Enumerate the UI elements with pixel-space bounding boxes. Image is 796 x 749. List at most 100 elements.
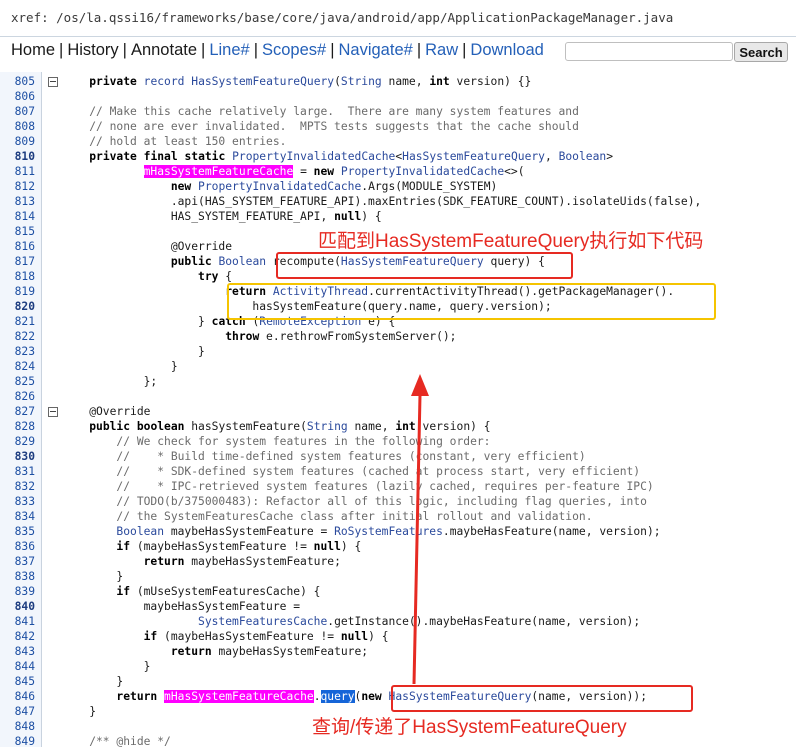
line-number[interactable]: 843	[0, 644, 35, 659]
line-number[interactable]: 805	[0, 74, 35, 89]
line-number[interactable]: 810	[0, 149, 35, 164]
xref-path: xref: /os/la.qssi16/frameworks/base/core…	[11, 10, 674, 25]
nav-line-link[interactable]: Line#	[209, 41, 249, 59]
code-line: 813 .api(HAS_SYSTEM_FEATURE_API).maxEntr…	[0, 194, 796, 209]
line-number[interactable]: 808	[0, 119, 35, 134]
fold-toggle-icon[interactable]	[48, 77, 58, 87]
code-line: 827 @Override	[0, 404, 796, 419]
line-number[interactable]: 835	[0, 524, 35, 539]
code-line: 841 SystemFeaturesCache.getInstance().ma…	[0, 614, 796, 629]
code-line: 825 };	[0, 374, 796, 389]
code-line: 810 private final static PropertyInvalid…	[0, 149, 796, 164]
line-number[interactable]: 819	[0, 284, 35, 299]
code-text: if (maybeHasSystemFeature != null) {	[143, 630, 389, 643]
line-number[interactable]: 831	[0, 464, 35, 479]
line-number[interactable]: 827	[0, 404, 35, 419]
line-number[interactable]: 809	[0, 134, 35, 149]
line-number[interactable]: 846	[0, 689, 35, 704]
line-number[interactable]: 825	[0, 374, 35, 389]
nav-history-link[interactable]: History	[67, 41, 118, 59]
line-number[interactable]: 830	[0, 449, 35, 464]
line-number[interactable]: 813	[0, 194, 35, 209]
line-number[interactable]: 812	[0, 179, 35, 194]
line-number[interactable]: 840	[0, 599, 35, 614]
code-line: 844 }	[0, 659, 796, 674]
code-line: 838 }	[0, 569, 796, 584]
line-number[interactable]: 823	[0, 344, 35, 359]
line-number[interactable]: 814	[0, 209, 35, 224]
code-line: 822 throw e.rethrowFromSystemServer();	[0, 329, 796, 344]
line-number[interactable]: 821	[0, 314, 35, 329]
line-number[interactable]: 838	[0, 569, 35, 584]
code-text: @Override	[62, 240, 233, 253]
code-line: 835 Boolean maybeHasSystemFeature = RoSy…	[0, 524, 796, 539]
code-text: public boolean hasSystemFeature(String n…	[89, 420, 491, 433]
nav-home-link[interactable]: Home	[11, 41, 55, 59]
code-line: 833 // TODO(b/375000483): Refactor all o…	[0, 494, 796, 509]
line-number[interactable]: 811	[0, 164, 35, 179]
fold-toggle-icon[interactable]	[48, 407, 58, 417]
code-text: // We check for system features in the f…	[62, 435, 491, 448]
line-number[interactable]: 833	[0, 494, 35, 509]
code-text: }	[62, 570, 124, 583]
line-number[interactable]: 826	[0, 389, 35, 404]
code-text: HAS_SYSTEM_FEATURE_API, null) {	[62, 210, 382, 223]
line-number[interactable]: 834	[0, 509, 35, 524]
code-text: // the SystemFeaturesCache class after i…	[62, 510, 593, 523]
line-number[interactable]: 828	[0, 419, 35, 434]
search-button[interactable]: Search	[734, 42, 788, 62]
code-line: 809 // hold at least 150 entries.	[0, 134, 796, 149]
code-line: 805 private record HasSystemFeatureQuery…	[0, 74, 796, 89]
line-number[interactable]: 818	[0, 269, 35, 284]
code-text: SystemFeaturesCache.getInstance().maybeH…	[198, 615, 641, 628]
line-number[interactable]: 841	[0, 614, 35, 629]
line-number[interactable]: 817	[0, 254, 35, 269]
query-annotation-text: 查询/传递了HasSystemFeatureQuery	[312, 717, 627, 738]
line-number[interactable]: 806	[0, 89, 35, 104]
nav-annotate-link[interactable]: Annotate	[131, 41, 197, 59]
return-block-highlight-box	[227, 283, 716, 320]
line-number[interactable]: 829	[0, 434, 35, 449]
code-line: 807 // Make this cache relatively large.…	[0, 104, 796, 119]
line-number[interactable]: 842	[0, 629, 35, 644]
code-text: maybeHasSystemFeature =	[62, 600, 301, 613]
line-number[interactable]: 847	[0, 704, 35, 719]
code-line: 814 HAS_SYSTEM_FEATURE_API, null) {	[0, 209, 796, 224]
nav-links: Home | History | Annotate | Line# | Scopes# | Navi…	[11, 41, 544, 60]
nav-separator: |	[122, 41, 127, 59]
nav-raw-link[interactable]: Raw	[425, 41, 458, 59]
line-number[interactable]: 824	[0, 359, 35, 374]
line-number[interactable]: 820	[0, 299, 35, 314]
line-number[interactable]: 839	[0, 584, 35, 599]
line-number[interactable]: 837	[0, 554, 35, 569]
line-number[interactable]: 832	[0, 479, 35, 494]
search-input[interactable]	[565, 42, 733, 61]
code-line: 812 new PropertyInvalidatedCache.Args(MO…	[0, 179, 796, 194]
line-number[interactable]: 836	[0, 539, 35, 554]
nav-navigate-link[interactable]: Navigate#	[339, 41, 413, 59]
line-number[interactable]: 848	[0, 719, 35, 734]
nav-download-link[interactable]: Download	[470, 41, 543, 59]
match-annotation-text: 匹配到HasSystemFeatureQuery执行如下代码	[318, 231, 704, 252]
code-text: private final static PropertyInvalidated…	[89, 150, 613, 163]
code-line: 842 if (maybeHasSystemFeature != null) {	[0, 629, 796, 644]
code-text: // * IPC-retrieved system features (lazi…	[62, 480, 654, 493]
xref-path-bar: xref: /os/la.qssi16/frameworks/base/core…	[0, 0, 796, 37]
navigation-bar: Home | History | Annotate | Line# | Scopes# | Navi…	[0, 37, 796, 67]
code-line: 811 mHasSystemFeatureCache = new Propert…	[0, 164, 796, 179]
line-number[interactable]: 845	[0, 674, 35, 689]
code-line: 830 // * Build time-defined system featu…	[0, 449, 796, 464]
code-text: if (mUseSystemFeaturesCache) {	[116, 585, 321, 598]
code-text: return maybeHasSystemFeature;	[170, 645, 369, 658]
code-text: throw e.rethrowFromSystemServer();	[225, 330, 457, 343]
code-text: if (maybeHasSystemFeature != null) {	[116, 540, 362, 553]
line-number[interactable]: 844	[0, 659, 35, 674]
recompute-highlight-box	[276, 252, 573, 279]
code-text: new PropertyInvalidatedCache.Args(MODULE…	[170, 180, 498, 193]
line-number[interactable]: 807	[0, 104, 35, 119]
line-number[interactable]: 822	[0, 329, 35, 344]
line-number[interactable]: 815	[0, 224, 35, 239]
line-number[interactable]: 816	[0, 239, 35, 254]
code-text: // none are ever invalidated. MPTS tests…	[62, 120, 579, 133]
nav-scopes-link[interactable]: Scopes#	[262, 41, 326, 59]
